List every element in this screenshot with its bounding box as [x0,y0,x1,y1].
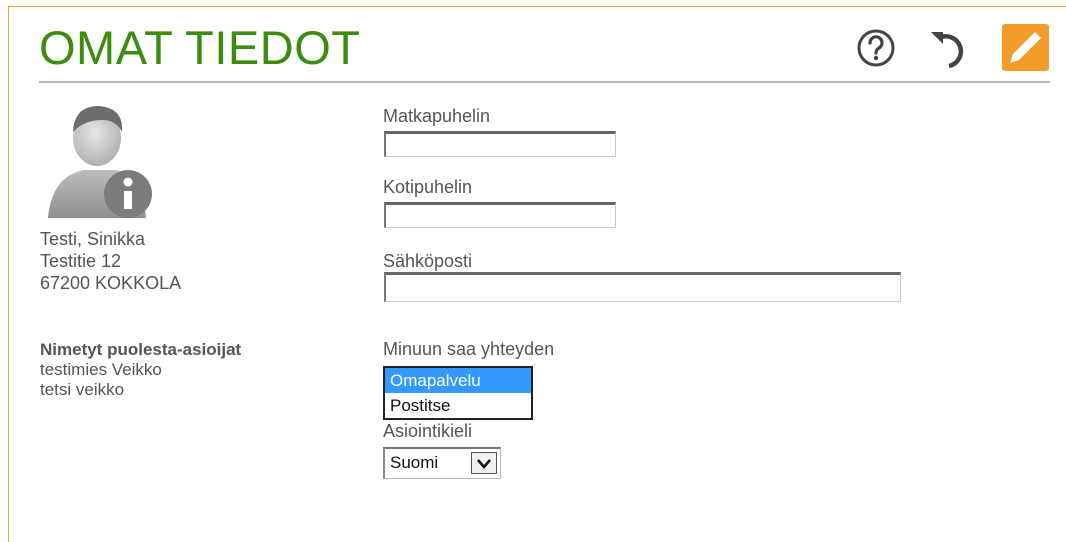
help-icon [857,29,895,67]
email-input[interactable] [384,272,901,302]
proxies-title: Nimetyt puolesta-asioijat [40,340,242,359]
mobile-label: Matkapuhelin [383,106,491,126]
email-label: Sähköposti [383,251,473,271]
home-phone-input[interactable] [384,202,616,228]
frame-top-border [8,6,1066,7]
pencil-icon [1010,32,1041,63]
language-label: Asiointikieli [383,421,473,441]
chevron-down-icon [477,459,491,469]
dropdown-arrow-button[interactable] [471,452,497,474]
language-select[interactable]: Suomi [383,447,501,479]
header-divider [39,81,1050,83]
undo-icon [931,32,964,69]
person-street: Testitie 12 [40,251,122,271]
proxy-item: testimies Veikko [40,360,162,379]
frame-left-border [8,6,9,542]
user-info-avatar-icon [48,106,152,218]
proxies-section: Nimetyt puolesta-asioijat testimies Veik… [40,340,241,400]
language-selected-value: Suomi [390,453,439,472]
edit-button[interactable] [1002,24,1049,71]
home-phone-label: Kotipuhelin [383,177,473,197]
contact-option-omapalvelu[interactable]: Omapalvelu [385,368,531,393]
mobile-phone-input[interactable] [384,131,616,157]
contact-method-listbox[interactable]: Omapalvelu Postitse [383,366,533,420]
person-name: Testi, Sinikka [40,229,146,249]
person-address: Testi, Sinikka Testitie 12 67200 KOKKOLA [40,228,181,294]
contact-option-postitse[interactable]: Postitse [385,393,531,418]
contact-method-label: Minuun saa yhteyden [383,339,555,359]
person-postal: 67200 KOKKOLA [40,273,182,293]
proxy-item: tetsi veikko [40,380,125,399]
undo-button[interactable] [927,26,971,70]
page-title: OMAT TIEDOT [39,21,361,74]
help-button[interactable] [856,28,896,68]
